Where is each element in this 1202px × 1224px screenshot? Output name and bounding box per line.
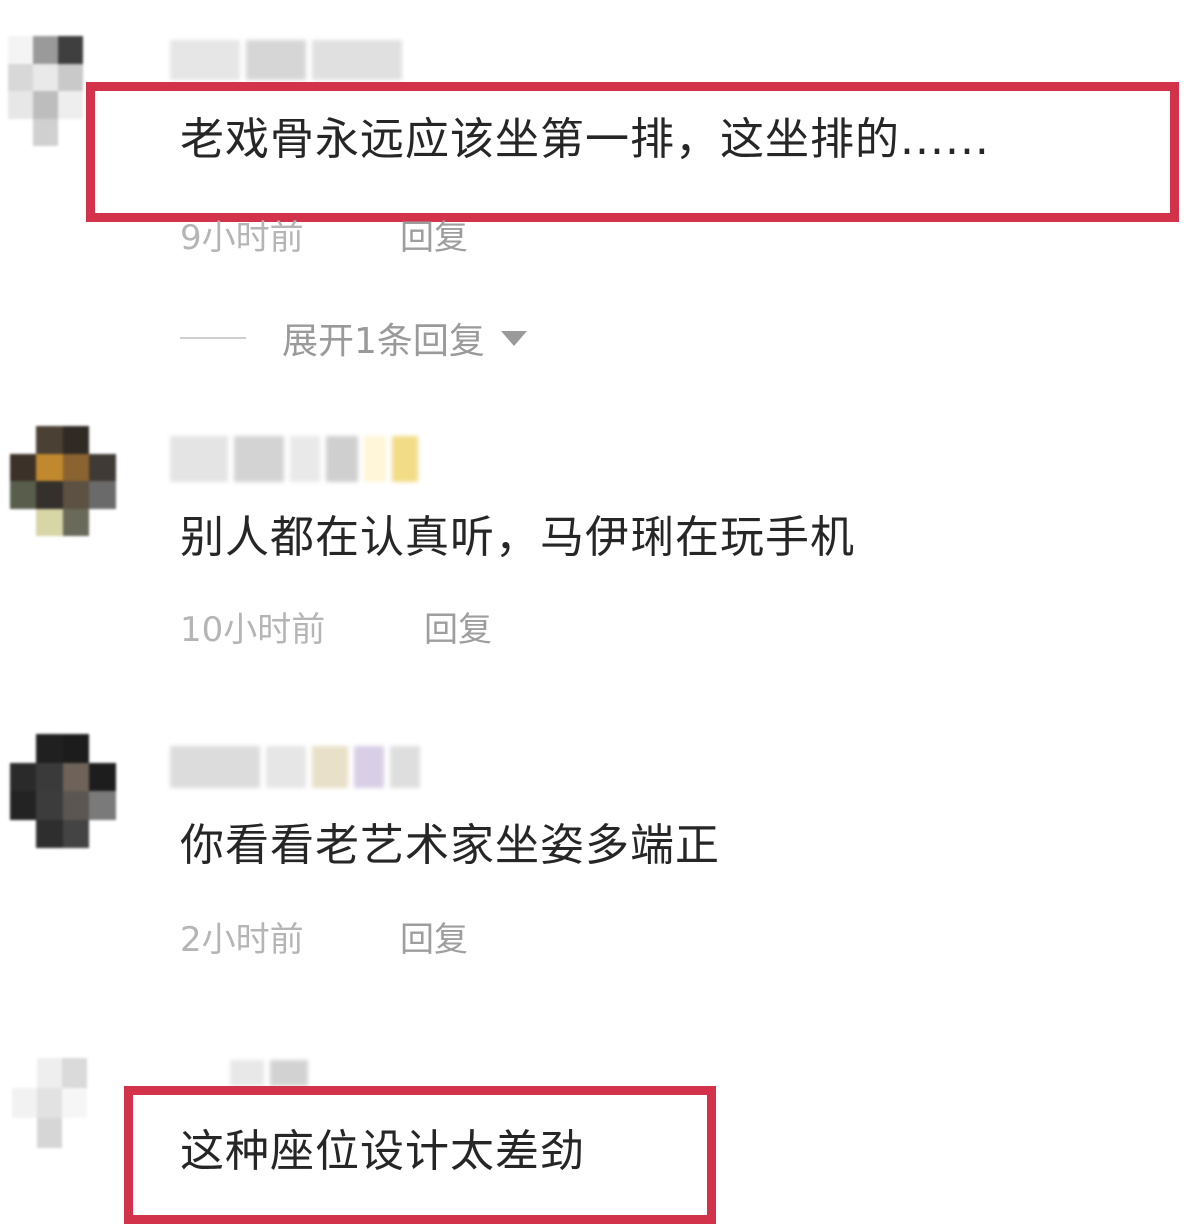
divider-line — [180, 337, 246, 339]
comment-meta: 9小时前 回复 — [180, 218, 468, 258]
comment-item: 老戏骨永远应该坐第一排，这坐排的...... 9小时前 回复 展开1条回复 — [0, 0, 1202, 380]
comment-text: 别人都在认真听，马伊琍在玩手机 — [180, 512, 855, 563]
username-pixelated[interactable] — [170, 436, 418, 482]
comment-text: 你看看老艺术家坐姿多端正 — [180, 820, 720, 871]
avatar[interactable] — [10, 734, 142, 848]
highlight-box — [86, 82, 1179, 222]
expand-replies-label: 展开1条回复 — [282, 321, 485, 362]
comment-time: 2小时前 — [180, 920, 304, 960]
comment-meta: 10小时前 回复 — [180, 610, 492, 650]
avatar[interactable] — [10, 426, 142, 536]
reply-button[interactable]: 回复 — [400, 218, 468, 258]
caret-down-icon — [500, 330, 527, 346]
comment-meta: 2小时前 回复 — [180, 920, 468, 960]
reply-button[interactable]: 回复 — [400, 920, 468, 960]
comment-time: 9小时前 — [180, 218, 304, 258]
username-pixelated[interactable] — [170, 40, 402, 80]
expand-replies-button[interactable]: 展开1条回复 — [180, 312, 527, 364]
highlight-box — [124, 1086, 716, 1224]
comment-time: 10小时前 — [180, 610, 326, 650]
username-pixelated[interactable] — [230, 1060, 308, 1086]
username-pixelated[interactable] — [170, 746, 420, 788]
avatar[interactable] — [12, 1058, 112, 1148]
reply-button[interactable]: 回复 — [424, 610, 492, 650]
